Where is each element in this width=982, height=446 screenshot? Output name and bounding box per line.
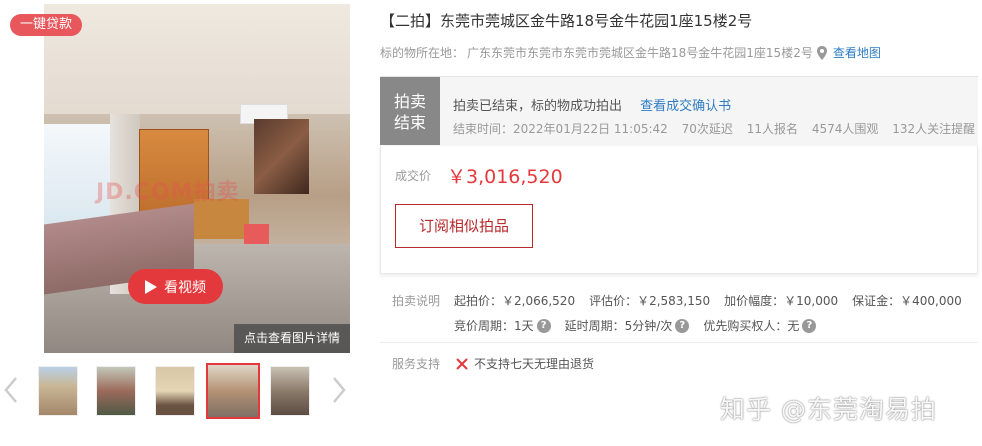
thumbnail-3[interactable] — [155, 366, 195, 416]
address-row: 标的物所在地： 广东东莞市东莞市东莞市莞城区金牛路18号金牛花园1座15楼2号 … — [380, 44, 881, 61]
image-gallery: 一键贷款 JD.COM拍卖 看视频 点击查看图片详情 — [0, 0, 352, 446]
status-tag-line2: 结束 — [393, 113, 426, 132]
bid-increment: 加价幅度：￥10,000 — [724, 294, 839, 308]
auction-status-panel: 拍卖 结束 拍卖已结束，标的物成功拍出 查看成交确认书 结束时间：2022年01… — [380, 76, 978, 146]
status-tag-line1: 拍卖 — [393, 92, 426, 111]
thumbnail-1[interactable] — [38, 366, 78, 416]
price-panel: 成交价 ￥3,016,520 订阅相似拍品 — [380, 146, 978, 274]
status-meta-row: 结束时间：2022年01月22日 11:05:42 70次延迟 11人报名 45… — [453, 120, 982, 137]
play-icon — [145, 279, 157, 294]
no-return-text: 不支持七天无理由退货 — [474, 357, 595, 371]
deal-price-label: 成交价 — [395, 169, 432, 183]
video-label: 看视频 — [164, 279, 206, 296]
auction-info-line-2: 竞价周期：1天? 延时周期：5分钟/次? 优先购买权人：无? — [454, 317, 830, 334]
watch-video-button[interactable]: 看视频 — [128, 269, 223, 304]
start-price: 起拍价：￥2,066,520 — [454, 294, 576, 308]
auction-info-label: 拍卖说明 — [392, 294, 441, 308]
end-time: 结束时间：2022年01月22日 11:05:42 — [453, 122, 668, 136]
priority-buyer: 优先购买权人：无? — [703, 317, 817, 334]
status-message: 拍卖已结束，标的物成功拍出 — [453, 99, 623, 114]
help-icon[interactable]: ? — [802, 318, 817, 333]
view-map-link[interactable]: 查看地图 — [833, 44, 881, 61]
service-label: 服务支持 — [392, 357, 441, 371]
divider — [380, 342, 978, 343]
help-icon[interactable]: ? — [675, 318, 690, 333]
auction-info-line-1: 起拍价：￥2,066,520 评估价：￥2,583,150 加价幅度：￥10,0… — [454, 292, 976, 309]
prev-arrow-icon[interactable] — [4, 376, 18, 404]
subscribe-similar-button[interactable]: 订阅相似拍品 — [395, 204, 533, 248]
signup-count: 11人报名 — [746, 122, 799, 136]
deal-price-value: ￥3,016,520 — [447, 166, 563, 188]
status-tag: 拍卖 结束 — [380, 77, 440, 145]
view-image-details-button[interactable]: 点击查看图片详情 — [234, 324, 350, 353]
bid-period: 竞价周期：1天? — [454, 317, 551, 334]
viewer-count: 4574人围观 — [811, 122, 879, 136]
thumbnail-2[interactable] — [96, 366, 136, 416]
thumbnail-4-selected[interactable] — [206, 363, 260, 419]
reminder-count: 132人关注提醒 — [892, 122, 976, 136]
deposit: 保证金：￥400,000 — [852, 294, 962, 308]
photo-watermark: JD.COM拍卖 — [96, 180, 240, 205]
service-item: 不支持七天无理由退货 — [456, 355, 594, 372]
listing-title: 【二拍】东莞市莞城区金牛路18号金牛花园1座15楼2号 — [380, 12, 753, 30]
address-text: 广东东莞市东莞市东莞市莞城区金牛路18号金牛花园1座15楼2号 — [467, 46, 813, 60]
location-pin-icon — [816, 45, 827, 60]
address-label: 标的物所在地： — [380, 46, 465, 60]
cross-icon — [456, 357, 468, 370]
help-icon[interactable]: ? — [536, 318, 551, 333]
status-message-row: 拍卖已结束，标的物成功拍出 查看成交确认书 — [453, 95, 731, 114]
thumbnail-5[interactable] — [270, 366, 310, 416]
delay-count: 70次延迟 — [681, 122, 733, 136]
view-confirmation-link[interactable]: 查看成交确认书 — [640, 99, 731, 114]
loan-badge[interactable]: 一键贷款 — [10, 14, 82, 36]
thumbnail-strip — [0, 362, 352, 422]
appraisal-price: 评估价：￥2,583,150 — [589, 294, 711, 308]
zhihu-watermark: 知乎 @东莞淘易拍 — [720, 395, 937, 424]
next-arrow-icon[interactable] — [332, 376, 346, 404]
delay-period: 延时周期：5分钟/次? — [565, 317, 690, 334]
